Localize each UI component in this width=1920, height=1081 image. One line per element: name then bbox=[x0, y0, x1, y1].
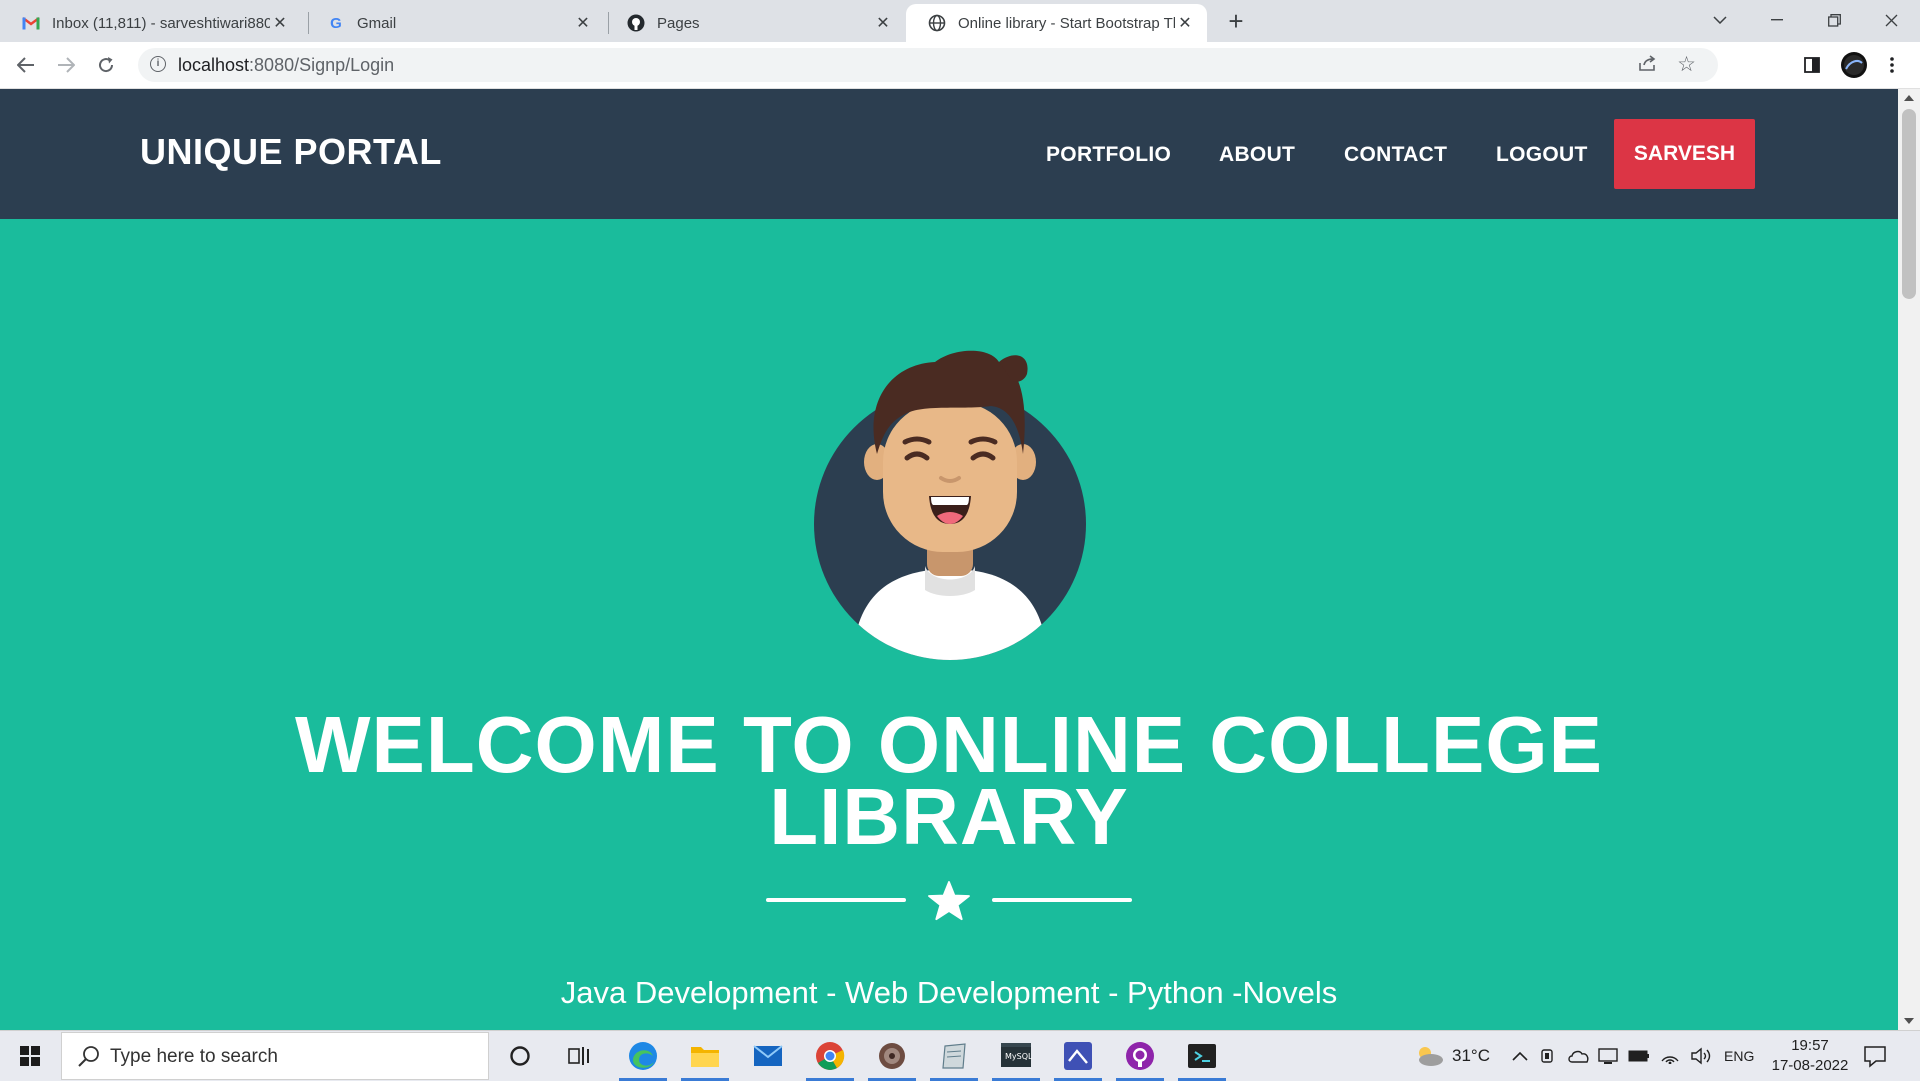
forward-button[interactable] bbox=[52, 51, 80, 79]
tab-title: Pages bbox=[657, 14, 700, 32]
scroll-up-icon[interactable] bbox=[1904, 95, 1914, 101]
site-brand[interactable]: UNIQUE PORTAL bbox=[140, 131, 442, 173]
windows-taskbar: Type here to search MySQL 31°C ENG 19:57… bbox=[0, 1030, 1920, 1081]
site-navbar: UNIQUE PORTAL PORTFOLIO ABOUT CONTACT LO… bbox=[0, 89, 1898, 219]
side-panel-icon[interactable] bbox=[1798, 51, 1826, 79]
scroll-down-icon[interactable] bbox=[1904, 1018, 1914, 1024]
divider-line-left bbox=[766, 898, 906, 902]
onedrive-icon[interactable] bbox=[1568, 1031, 1590, 1081]
new-tab-button[interactable]: + bbox=[1222, 8, 1250, 36]
hero-title-line2: LIBRARY bbox=[769, 772, 1129, 861]
back-button[interactable] bbox=[12, 51, 40, 79]
notepad-icon[interactable] bbox=[930, 1038, 978, 1081]
close-icon[interactable]: ✕ bbox=[573, 13, 593, 33]
star-divider bbox=[766, 881, 1132, 921]
display-icon[interactable] bbox=[1598, 1031, 1618, 1081]
weather-icon bbox=[1419, 1047, 1443, 1066]
show-hidden-icons[interactable] bbox=[1512, 1031, 1528, 1081]
wifi-icon[interactable] bbox=[1660, 1031, 1680, 1081]
share-icon[interactable] bbox=[1638, 54, 1658, 77]
tab-pages[interactable]: Pages ✕ bbox=[605, 4, 905, 42]
file-explorer-icon[interactable] bbox=[681, 1038, 729, 1081]
hero-subtitle: Java Development - Web Development - Pyt… bbox=[560, 975, 1338, 1010]
close-icon[interactable]: ✕ bbox=[270, 13, 290, 33]
page-viewport: UNIQUE PORTAL PORTFOLIO ABOUT CONTACT LO… bbox=[0, 89, 1898, 1030]
hero-title-line1: WELCOME TO ONLINE COLLEGE bbox=[295, 700, 1603, 789]
close-icon[interactable]: ✕ bbox=[873, 13, 893, 33]
github-desktop-icon[interactable] bbox=[1116, 1038, 1164, 1081]
url-text: localhost:8080/Signp/Login bbox=[178, 55, 395, 75]
tab-title: Gmail bbox=[357, 14, 397, 32]
info-icon[interactable]: i bbox=[150, 56, 166, 72]
windows-icon bbox=[20, 1046, 40, 1066]
close-window-button[interactable] bbox=[1863, 0, 1919, 40]
tab-title: Inbox (11,811) - sarveshtiwari880 bbox=[52, 14, 270, 32]
hero-title: WELCOME TO ONLINE COLLEGE LIBRARY bbox=[0, 700, 1898, 861]
browser-toolbar: i localhost:8080/Signp/Login ☆ bbox=[0, 42, 1920, 89]
start-button[interactable] bbox=[0, 1031, 60, 1081]
clock-time: 19:57 bbox=[1791, 1037, 1829, 1054]
bookmark-star-icon[interactable]: ☆ bbox=[1677, 52, 1696, 77]
scroll-thumb[interactable] bbox=[1902, 109, 1916, 299]
tab-search-button[interactable] bbox=[1692, 0, 1748, 40]
gmail-icon bbox=[22, 14, 40, 32]
page-scrollbar[interactable] bbox=[1898, 89, 1920, 1030]
divider-line-right bbox=[992, 898, 1132, 902]
address-bar[interactable]: i localhost:8080/Signp/Login ☆ bbox=[138, 48, 1718, 82]
search-placeholder: Type here to search bbox=[110, 1046, 278, 1067]
taskbar-search[interactable]: Type here to search bbox=[61, 1032, 489, 1080]
svg-text:MySQL: MySQL bbox=[1005, 1052, 1032, 1061]
user-button[interactable]: SARVESH bbox=[1614, 119, 1755, 189]
reload-button[interactable] bbox=[92, 51, 120, 79]
github-icon bbox=[627, 14, 645, 32]
minimize-button[interactable] bbox=[1749, 0, 1805, 40]
task-view-icon[interactable] bbox=[561, 1038, 597, 1074]
tab-title: Online library - Start Bootstrap Th bbox=[958, 14, 1175, 32]
cortana-icon[interactable] bbox=[502, 1038, 538, 1074]
browser-tab-strip: Inbox (11,811) - sarveshtiwari880 ✕ G Gm… bbox=[0, 0, 1920, 42]
volume-icon[interactable] bbox=[1690, 1031, 1712, 1081]
weather-widget[interactable]: 31°C bbox=[1414, 1031, 1490, 1081]
profile-avatar[interactable] bbox=[1840, 51, 1868, 79]
star-icon bbox=[928, 881, 970, 921]
edge-icon[interactable] bbox=[619, 1038, 667, 1081]
restore-button[interactable] bbox=[1806, 0, 1862, 40]
nav-portfolio[interactable]: PORTFOLIO bbox=[1046, 143, 1171, 167]
nav-about[interactable]: ABOUT bbox=[1219, 143, 1295, 167]
nav-contact[interactable]: CONTACT bbox=[1344, 143, 1447, 167]
meet-now-icon[interactable] bbox=[1540, 1031, 1556, 1081]
menu-icon[interactable] bbox=[1878, 51, 1906, 79]
avatar-illustration bbox=[814, 350, 1086, 660]
tab-gmail[interactable]: G Gmail ✕ bbox=[305, 4, 605, 42]
google-icon: G bbox=[330, 14, 342, 32]
mysql-icon[interactable]: MySQL bbox=[992, 1038, 1040, 1081]
visual-studio-icon[interactable] bbox=[1054, 1038, 1102, 1081]
battery-icon[interactable] bbox=[1628, 1031, 1650, 1081]
notification-icon[interactable] bbox=[1862, 1043, 1888, 1069]
language-indicator[interactable]: ENG bbox=[1724, 1031, 1754, 1081]
globe-icon bbox=[928, 14, 946, 32]
mail-icon[interactable] bbox=[750, 1038, 786, 1074]
system-clock[interactable]: 19:57 17-08-2022 bbox=[1760, 1036, 1860, 1076]
nav-logout[interactable]: LOGOUT bbox=[1496, 143, 1588, 167]
clock-date: 17-08-2022 bbox=[1771, 1057, 1849, 1074]
tab-online-library[interactable]: Online library - Start Bootstrap Th ✕ bbox=[906, 4, 1207, 42]
temperature: 31°C bbox=[1452, 1046, 1490, 1065]
app-icon[interactable] bbox=[868, 1038, 916, 1081]
close-icon[interactable]: ✕ bbox=[1175, 13, 1195, 33]
terminal-icon[interactable] bbox=[1178, 1038, 1226, 1081]
tab-inbox[interactable]: Inbox (11,811) - sarveshtiwari880 ✕ bbox=[0, 4, 302, 42]
search-icon bbox=[78, 1046, 99, 1067]
chevron-up-icon bbox=[1512, 1051, 1528, 1061]
chrome-icon[interactable] bbox=[806, 1038, 854, 1081]
